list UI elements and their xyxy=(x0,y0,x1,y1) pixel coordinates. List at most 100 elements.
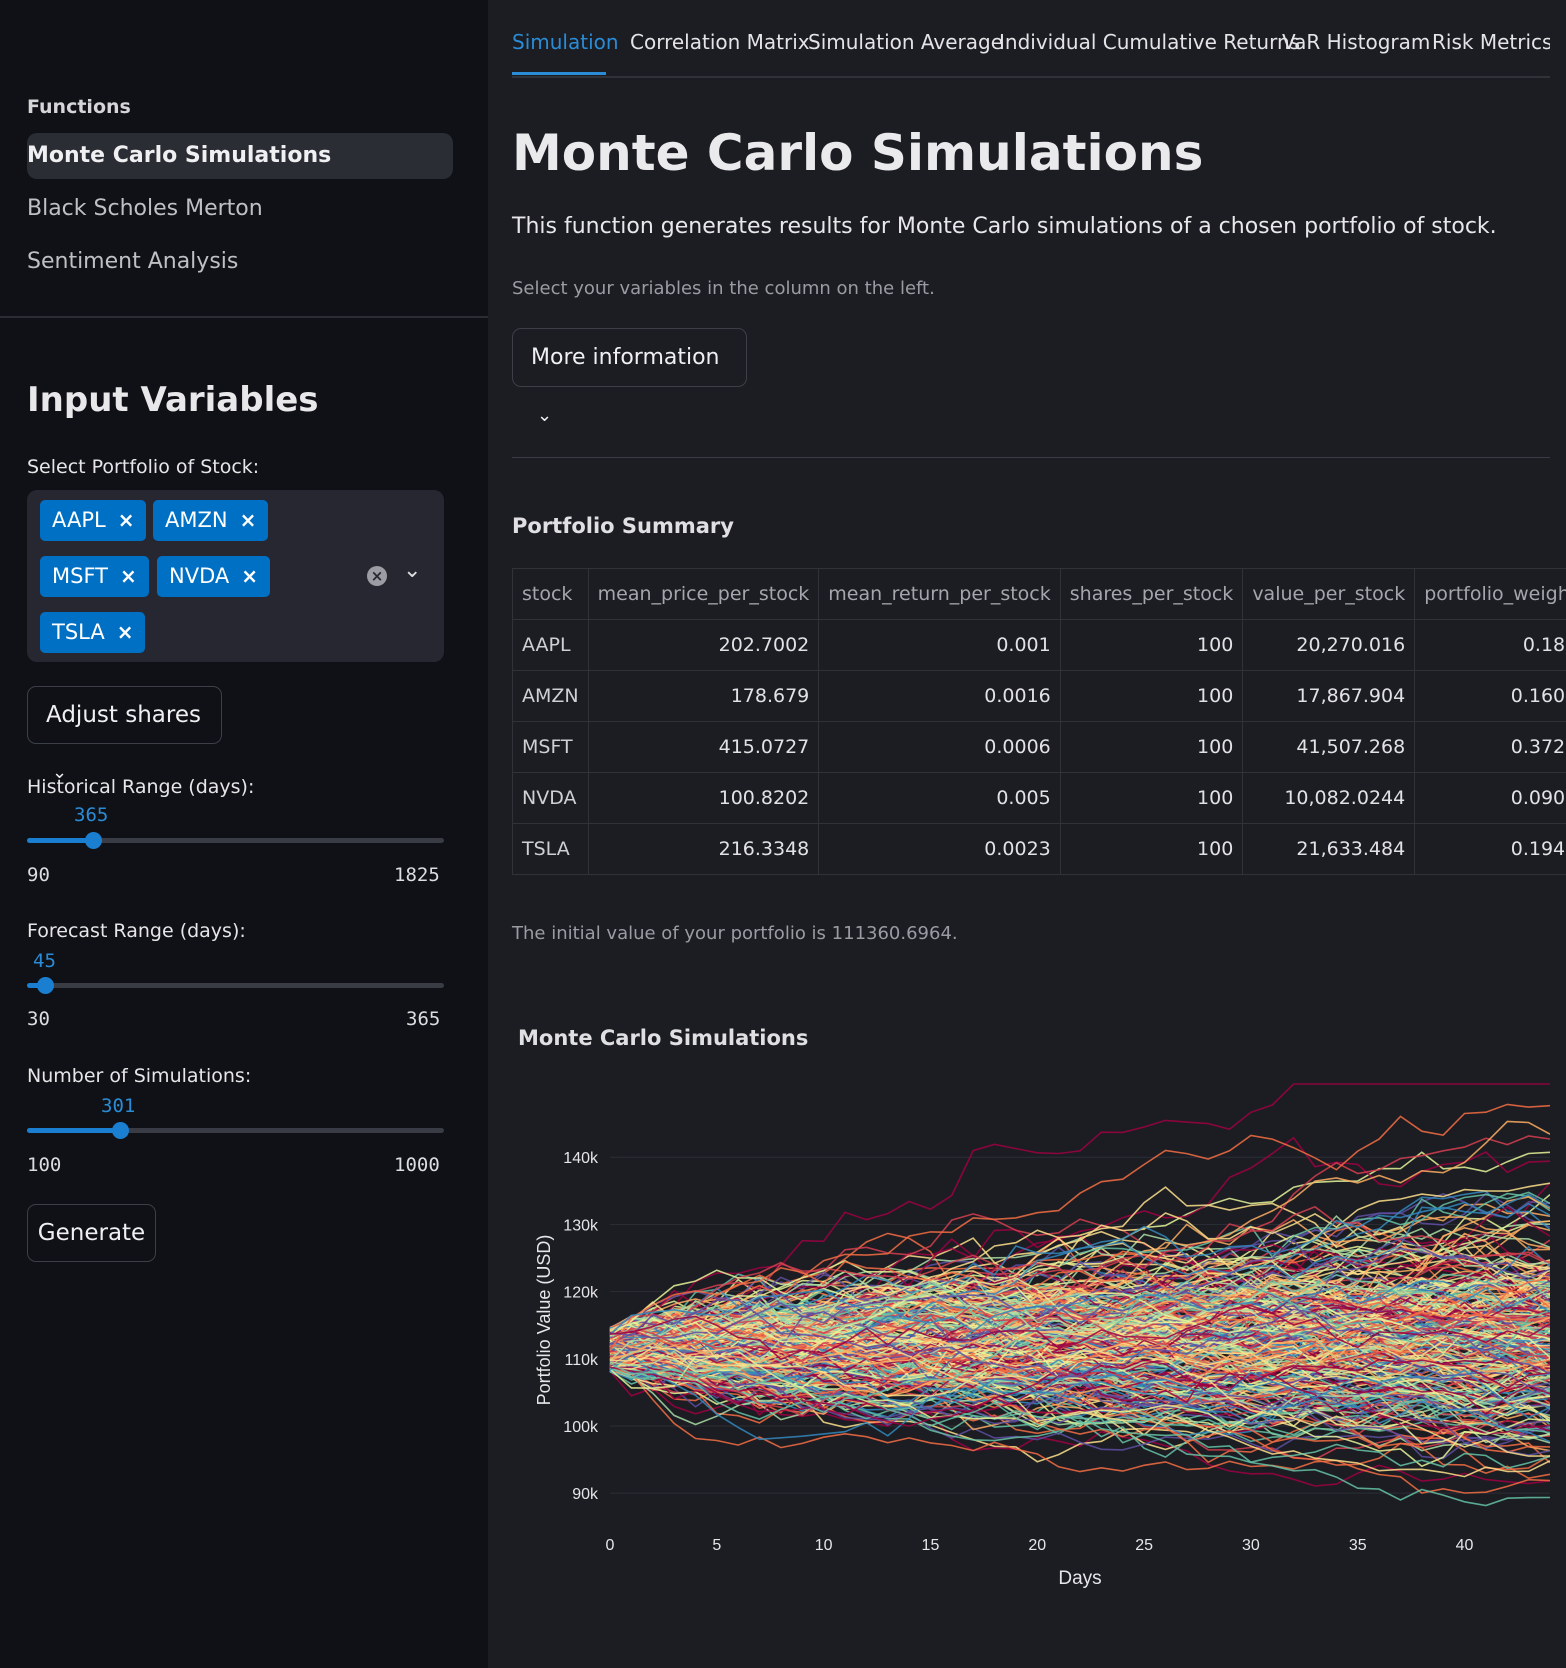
portfolio-summary-title: Portfolio Summary xyxy=(512,514,734,538)
table-row: AMZN 178.679 0.0016 100 17,867.904 0.160… xyxy=(512,670,1566,722)
remove-icon[interactable]: × xyxy=(241,564,258,588)
simulation-lines xyxy=(609,1083,1550,1507)
table-cell: 415.0727 xyxy=(587,721,820,773)
ticker-chip[interactable]: AMZN × xyxy=(153,500,269,541)
column-header[interactable]: stock xyxy=(512,568,589,620)
sidebar: Functions Monte Carlo Simulations Black … xyxy=(0,0,488,1668)
chip-label: MSFT xyxy=(52,564,108,588)
column-header[interactable]: mean_return_per_stock xyxy=(818,568,1061,620)
table-cell: 0.0016 xyxy=(818,670,1061,722)
forecast-slider[interactable] xyxy=(27,977,444,994)
table-cell: AAPL xyxy=(512,619,589,671)
x-tick-label: 10 xyxy=(815,1537,833,1554)
chip-label: AMZN xyxy=(165,508,228,532)
x-tick-label: 25 xyxy=(1135,1537,1153,1554)
column-header[interactable]: portfolio_weight xyxy=(1414,568,1566,620)
x-tick-label: 40 xyxy=(1456,1537,1474,1554)
nav-item-monte-carlo[interactable]: Monte Carlo Simulations xyxy=(27,133,453,179)
y-tick-label: 100k xyxy=(563,1419,599,1436)
slider-thumb[interactable] xyxy=(37,977,54,994)
chip-label: AAPL xyxy=(52,508,106,532)
remove-icon[interactable]: × xyxy=(240,508,257,532)
slider-thumb[interactable] xyxy=(112,1122,129,1139)
x-tick-label: 15 xyxy=(922,1537,940,1554)
x-axis-label: Days xyxy=(1058,1568,1101,1589)
more-information-button[interactable]: More information ⌄ xyxy=(512,328,747,426)
tab-simulation-average[interactable]: Simulation Average xyxy=(808,30,1003,54)
table-cell: 0.005 xyxy=(818,772,1061,824)
active-tab-indicator xyxy=(512,72,606,75)
y-axis-label: Portfolio Value (USD) xyxy=(534,1235,554,1406)
table-cell: 20,270.016 xyxy=(1242,619,1416,671)
chevron-down-icon[interactable]: ⌄ xyxy=(403,558,421,583)
portfolio-summary-table: stock mean_price_per_stock mean_return_p… xyxy=(512,568,1566,875)
column-header[interactable]: shares_per_stock xyxy=(1059,568,1244,620)
table-cell: 216.3348 xyxy=(587,823,820,875)
simulations-max: 1000 xyxy=(394,1154,440,1176)
nav-heading: Functions xyxy=(27,96,131,118)
y-tick-label: 110k xyxy=(564,1352,599,1369)
x-tick-label: 20 xyxy=(1028,1537,1046,1554)
section-divider xyxy=(512,457,1550,458)
nav-item-sentiment[interactable]: Sentiment Analysis xyxy=(27,239,453,285)
nav-item-black-scholes[interactable]: Black Scholes Merton xyxy=(27,186,453,232)
column-header[interactable]: value_per_stock xyxy=(1242,568,1416,620)
slider-thumb[interactable] xyxy=(85,832,102,849)
forecast-max: 365 xyxy=(406,1008,441,1030)
remove-icon[interactable]: × xyxy=(120,564,137,588)
portfolio-label: Select Portfolio of Stock: xyxy=(27,456,260,478)
ticker-chip[interactable]: TSLA × xyxy=(40,612,146,653)
ticker-chip[interactable]: NVDA × xyxy=(157,556,271,597)
table-cell: 100 xyxy=(1059,823,1244,875)
slider-fill xyxy=(27,1128,120,1133)
table-cell: 10,082.0244 xyxy=(1242,772,1416,824)
table-cell: 21,633.484 xyxy=(1242,823,1416,875)
clear-all-icon[interactable]: × xyxy=(367,566,387,586)
tab-var-histogram[interactable]: VaR Histogram xyxy=(1282,30,1430,54)
table-row: TSLA 216.3348 0.0023 100 21,633.484 0.19… xyxy=(512,823,1566,875)
y-tick-label: 120k xyxy=(563,1285,599,1302)
table-cell: 100 xyxy=(1059,670,1244,722)
tab-correlation-matrix[interactable]: Correlation Matrix xyxy=(630,30,810,54)
hint-text: Select your variables in the column on t… xyxy=(512,278,935,299)
forecast-min: 30 xyxy=(27,1008,50,1030)
table-cell: 100.8202 xyxy=(587,772,820,824)
table-cell: 0.182 xyxy=(1414,619,1566,671)
table-cell: 0.0023 xyxy=(818,823,1061,875)
y-tick-label: 90k xyxy=(572,1486,599,1503)
ticker-chip[interactable]: AAPL × xyxy=(40,500,147,541)
ticker-chip[interactable]: MSFT × xyxy=(40,556,149,597)
initial-value-text: The initial value of your portfolio is 1… xyxy=(512,923,958,944)
table-cell: 0.0006 xyxy=(818,721,1061,773)
more-information-label: More information xyxy=(531,345,720,370)
table-cell: 17,867.904 xyxy=(1242,670,1416,722)
tab-individual-cumulative-returns[interactable]: Individual Cumulative Returns xyxy=(999,30,1300,54)
chip-label: NVDA xyxy=(169,564,230,588)
x-tick-label: 0 xyxy=(606,1537,615,1554)
adjust-shares-button[interactable]: Adjust shares ⌄ xyxy=(27,686,222,783)
tab-simulation[interactable]: Simulation xyxy=(512,30,619,54)
monte-carlo-chart[interactable]: 90k100k110k120k130k140k0 5 10 15 20 25 30 35 40 … xyxy=(512,1070,1550,1610)
tab-bar: Simulation Correlation Matrix Simulation… xyxy=(512,0,1550,78)
tab-risk-metrics[interactable]: Risk Metrics S xyxy=(1432,30,1550,54)
simulations-slider[interactable] xyxy=(27,1122,444,1139)
generate-button[interactable]: Generate xyxy=(27,1204,156,1262)
chevron-down-icon: ⌄ xyxy=(537,405,553,426)
historical-slider[interactable] xyxy=(27,832,444,849)
table-row: NVDA 100.8202 0.005 100 10,082.0244 0.09… xyxy=(512,772,1566,824)
remove-icon[interactable]: × xyxy=(118,508,135,532)
simulations-label: Number of Simulations: xyxy=(27,1065,252,1087)
page-title: Monte Carlo Simulations xyxy=(512,124,1204,182)
forecast-value: 45 xyxy=(33,950,56,972)
portfolio-multiselect[interactable]: AAPL × AMZN × MSFT × NVDA × TSLA × × ⌄ xyxy=(27,490,444,662)
chip-label: TSLA xyxy=(52,620,105,644)
y-tick-label: 130k xyxy=(563,1217,599,1234)
table-row: MSFT 415.0727 0.0006 100 41,507.268 0.37… xyxy=(512,721,1566,773)
sidebar-title: Input Variables xyxy=(27,380,319,420)
table-cell: 0.3727 xyxy=(1414,721,1566,773)
remove-icon[interactable]: × xyxy=(117,620,134,644)
table-cell: 0.0905 xyxy=(1414,772,1566,824)
table-cell: MSFT xyxy=(512,721,589,773)
table-cell: 100 xyxy=(1059,721,1244,773)
column-header[interactable]: mean_price_per_stock xyxy=(587,568,820,620)
